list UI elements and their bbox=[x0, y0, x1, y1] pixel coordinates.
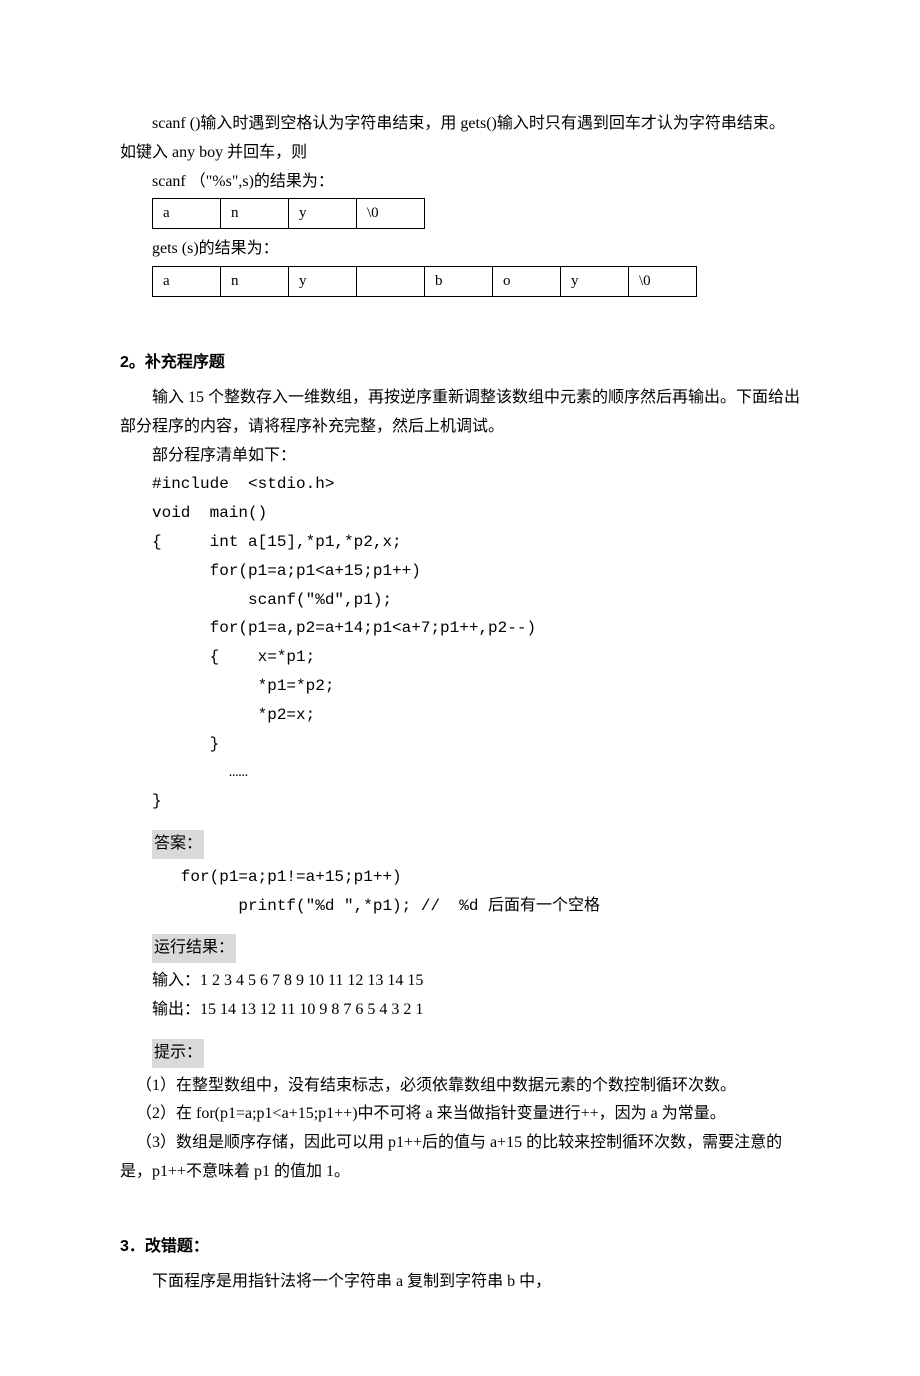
section-2-title: 2。补充程序题 bbox=[120, 349, 800, 378]
cell: o bbox=[493, 267, 561, 297]
section-2-desc2: 部分程序清单如下： bbox=[120, 442, 800, 471]
hint-label: 提示： bbox=[152, 1039, 204, 1068]
hint-3: （3）数组是顺序存储，因此可以用 p1++后的值与 a+15 的比较来控制循环次… bbox=[120, 1129, 800, 1187]
cell: a bbox=[153, 267, 221, 297]
cell: y bbox=[289, 267, 357, 297]
answer-code: for(p1=a;p1!=a+15;p1++) printf("%d ",*p1… bbox=[120, 863, 800, 921]
run-output: 输出：15 14 13 12 11 10 9 8 7 6 5 4 3 2 1 bbox=[120, 996, 800, 1025]
gets-result-table: a n y b o y \0 bbox=[152, 266, 697, 297]
section-2-desc: 输入 15 个整数存入一维数组，再按逆序重新调整该数组中元素的顺序然后再输出。下… bbox=[120, 384, 800, 442]
cell: y bbox=[561, 267, 629, 297]
scanf-result-table: a n y \0 bbox=[152, 198, 425, 229]
cell: \0 bbox=[629, 267, 697, 297]
cell: b bbox=[425, 267, 493, 297]
hint-2: （2）在 for(p1=a;p1<a+15;p1++)中不可将 a 来当做指针变… bbox=[120, 1100, 800, 1129]
code-listing: #include <stdio.h> void main() { int a[1… bbox=[120, 470, 800, 816]
answer-label: 答案： bbox=[152, 830, 204, 859]
cell: n bbox=[221, 199, 289, 229]
cell: a bbox=[153, 199, 221, 229]
scanf-result-label: scanf （"%s",s)的结果为： bbox=[120, 168, 800, 197]
gets-result-label: gets (s)的结果为： bbox=[120, 235, 800, 264]
cell: n bbox=[221, 267, 289, 297]
section-3-title: 3．改错题： bbox=[120, 1233, 800, 1262]
section-3-desc: 下面程序是用指针法将一个字符串 a 复制到字符串 b 中， bbox=[120, 1268, 800, 1297]
cell: y bbox=[289, 199, 357, 229]
hint-1: （1）在整型数组中，没有结束标志，必须依靠数组中数据元素的个数控制循环次数。 bbox=[120, 1072, 800, 1101]
intro-paragraph: scanf ()输入时遇到空格认为字符串结束，用 gets()输入时只有遇到回车… bbox=[120, 110, 800, 168]
run-result-label: 运行结果： bbox=[152, 934, 236, 963]
cell: \0 bbox=[357, 199, 425, 229]
cell bbox=[357, 267, 425, 297]
run-input: 输入：1 2 3 4 5 6 7 8 9 10 11 12 13 14 15 bbox=[120, 967, 800, 996]
